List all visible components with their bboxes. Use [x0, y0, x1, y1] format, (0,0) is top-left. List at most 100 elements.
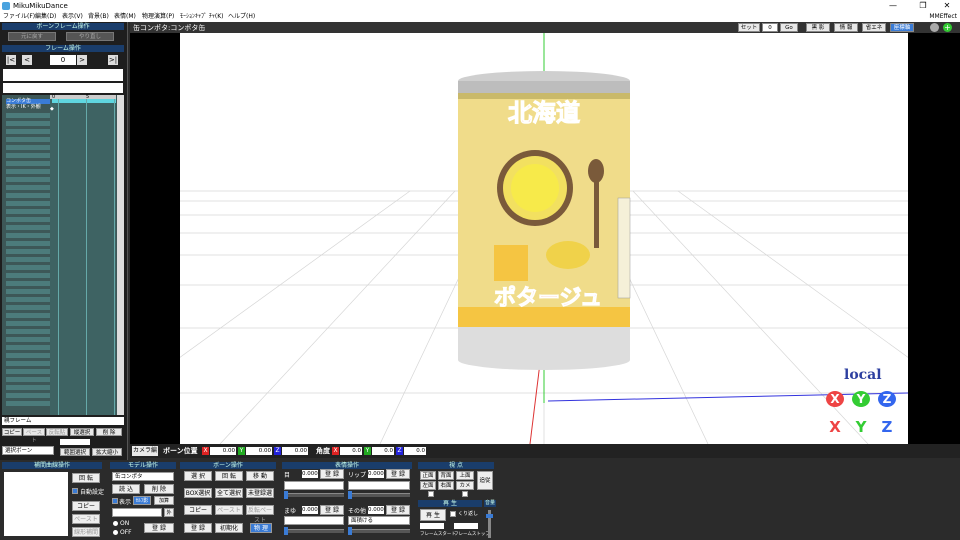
view-back-button[interactable]: 背面: [438, 471, 454, 480]
interp-paste-button[interactable]: ペースト: [72, 514, 100, 524]
start-frame-field[interactable]: [420, 523, 444, 529]
3d-viewport[interactable]: 北海道 ポタージュ local X Y Z X Y Z: [130, 33, 960, 444]
lip-select[interactable]: [348, 481, 410, 490]
range-select-button[interactable]: 範囲選択: [60, 448, 90, 456]
eye-slider[interactable]: [284, 491, 344, 499]
model-select[interactable]: 缶コンポタ: [112, 472, 174, 481]
auto-setting-checkbox[interactable]: [72, 488, 78, 494]
next-frame-button[interactable]: >: [77, 55, 87, 65]
bone-select-button[interactable]: 選 択: [184, 471, 212, 481]
timeline-scrollbar[interactable]: [117, 95, 124, 415]
eye-value[interactable]: 0.000: [302, 470, 318, 478]
on-radio[interactable]: [113, 521, 118, 526]
interp-rotate-select[interactable]: 回 転: [72, 473, 100, 483]
angle-x-input[interactable]: 0.0: [340, 447, 362, 455]
brow-register-button[interactable]: 登 録: [320, 505, 344, 515]
copy-button[interactable]: コピー: [2, 428, 22, 436]
redo-button[interactable]: やり直し: [66, 32, 114, 41]
view-right-button[interactable]: 右面: [438, 481, 454, 490]
additive-button[interactable]: 加算: [154, 496, 174, 505]
repeat-checkbox[interactable]: [450, 511, 456, 517]
bone-reverse-paste-button[interactable]: 反転ペースト: [246, 505, 274, 524]
all-select-button[interactable]: 全て選択: [215, 488, 243, 498]
bone-sub-field[interactable]: [3, 83, 123, 93]
outside-parent-button[interactable]: 外: [164, 508, 174, 517]
menu-face[interactable]: 表情(M): [114, 12, 136, 22]
brow-select[interactable]: [284, 516, 344, 525]
menu-help[interactable]: ヘルプ(H): [228, 12, 255, 22]
rotate-z-gizmo-icon[interactable]: Z: [878, 391, 896, 407]
bone-rotate-button[interactable]: 回 転: [215, 471, 243, 481]
close-button[interactable]: ✕: [936, 0, 958, 12]
info-button[interactable]: 情 報: [834, 23, 858, 32]
set-value-input[interactable]: 0: [762, 23, 778, 32]
interp-curve-canvas[interactable]: [4, 472, 68, 536]
eye-register-button[interactable]: 登 録: [320, 469, 344, 479]
restore-button[interactable]: ❐: [912, 0, 934, 12]
menu-mmeffect[interactable]: MMEffect: [929, 12, 957, 22]
other-select[interactable]: 面積ける: [348, 516, 410, 525]
shadow-button[interactable]: 黒 影: [806, 23, 830, 32]
pos-z-input[interactable]: 0.00: [282, 447, 308, 455]
zoom-button[interactable]: 拡大縮小: [92, 448, 122, 456]
set-button[interactable]: セット: [738, 23, 760, 32]
brow-value[interactable]: 0.000: [302, 506, 318, 514]
self-shadow-button[interactable]: ｾﾙﾌ影: [133, 496, 151, 505]
eye-select[interactable]: [284, 481, 344, 490]
bone-register-button[interactable]: 登 録: [184, 523, 212, 533]
display-checkbox[interactable]: [112, 498, 118, 504]
prev-frame-button[interactable]: <: [22, 55, 32, 65]
model-load-button[interactable]: 読 込: [112, 484, 140, 494]
camera-edit-button[interactable]: カメラ編: [132, 446, 158, 456]
bone-name-field[interactable]: [3, 69, 123, 81]
frame-number-input[interactable]: 0: [50, 55, 76, 65]
bone-select-dropdown[interactable]: 選択ボーン: [2, 446, 54, 455]
view-top-button[interactable]: 上面: [456, 471, 474, 480]
outside-parent-select[interactable]: [112, 508, 162, 517]
angle-y-input[interactable]: 0.0: [372, 447, 394, 455]
follow-button[interactable]: 追従: [477, 471, 493, 490]
menu-view[interactable]: 表示(V): [62, 12, 83, 22]
view-camera-button[interactable]: カメラ: [456, 481, 474, 498]
menu-physics[interactable]: 物理演算(P): [142, 12, 174, 22]
keyframe-marker[interactable]: ◆: [50, 106, 54, 112]
last-frame-button[interactable]: >|: [108, 55, 118, 65]
add-icon[interactable]: +: [943, 23, 952, 32]
timeline-area[interactable]: 0 5 コンポタ缶 表示・IK・外観 ◆: [2, 94, 124, 415]
view-left-button[interactable]: 左面: [420, 481, 436, 490]
go-button[interactable]: Go: [780, 23, 798, 32]
pos-y-input[interactable]: 0.00: [246, 447, 272, 455]
range-field[interactable]: [60, 439, 90, 445]
other-value[interactable]: 0.000: [368, 506, 384, 514]
view-front-button[interactable]: 正面: [420, 471, 436, 480]
angle-z-input[interactable]: 0.0: [404, 447, 426, 455]
rotate-y-gizmo-icon[interactable]: Y: [852, 391, 870, 407]
delete-frame-button[interactable]: 削 除: [96, 428, 122, 436]
menu-background[interactable]: 背景(B): [88, 12, 109, 22]
play-button[interactable]: 再 生: [420, 509, 446, 521]
model-delete-button[interactable]: 削 除: [144, 484, 174, 494]
reverse-paste-button[interactable]: 反転貼: [46, 428, 68, 436]
bone-move-button[interactable]: 移 動: [246, 471, 274, 481]
vertical-select-button[interactable]: 縦選択: [70, 428, 94, 436]
menu-file[interactable]: ファイル(F): [3, 12, 35, 22]
brow-slider[interactable]: [284, 527, 344, 535]
off-radio[interactable]: [113, 530, 118, 535]
lip-value[interactable]: 0.000: [368, 470, 384, 478]
model-register-button[interactable]: 登 録: [144, 523, 174, 533]
move-x-gizmo-icon[interactable]: X: [826, 419, 844, 435]
other-register-button[interactable]: 登 録: [386, 505, 410, 515]
volume-slider[interactable]: [486, 510, 493, 538]
minimize-button[interactable]: —: [882, 0, 904, 12]
view-sphere-icon[interactable]: [930, 23, 939, 32]
bone-paste-button[interactable]: ペースト: [215, 505, 243, 515]
unregistered-select-button[interactable]: 未登録選: [246, 488, 274, 498]
menu-edit[interactable]: 編集(D): [35, 12, 56, 22]
coord-axis-button[interactable]: 座標軸: [890, 23, 914, 32]
interp-copy-button[interactable]: コピー: [72, 501, 100, 511]
undo-button[interactable]: 元に戻す: [8, 32, 56, 41]
energy-save-button[interactable]: 省エネ: [862, 23, 886, 32]
timeline-row-display[interactable]: 表示・IK・外観: [6, 105, 50, 110]
lip-slider[interactable]: [348, 491, 410, 499]
view-check-2[interactable]: [462, 491, 468, 497]
